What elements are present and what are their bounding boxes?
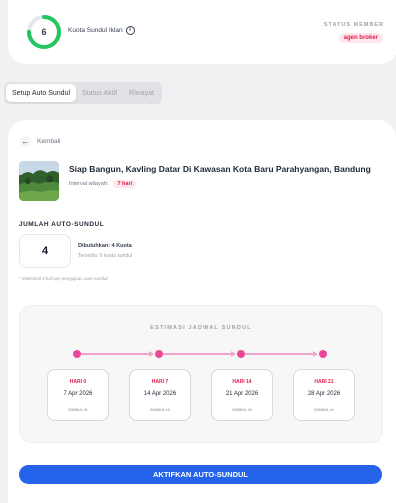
schedule-code: SUNDUL #4 xyxy=(314,408,334,412)
schedule-card: HARI 7 14 Apr 2026 SUNDUL #2 xyxy=(129,369,191,421)
schedule-day: HARI 14 xyxy=(232,379,252,385)
schedule-code: SUNDUL #1 xyxy=(68,408,88,412)
setup-card: ← Kembali Siap Bangun, Kavling Datar Di … xyxy=(8,120,396,503)
schedule-card: HARI 21 28 Apr 2026 SUNDUL #4 xyxy=(293,369,355,421)
timeline-connector xyxy=(163,353,232,355)
arrow-right-icon xyxy=(149,351,154,357)
back-label: Kembali xyxy=(37,138,61,145)
quota-label: Kuota Sundul Iklan xyxy=(68,27,123,34)
quota-label-group: Kuota Sundul Iklan i xyxy=(68,26,135,35)
schedule-card: HARI 0 7 Apr 2026 SUNDUL #1 xyxy=(47,369,109,421)
schedule-date: 14 Apr 2026 xyxy=(143,391,177,397)
schedule-date: 21 Apr 2026 xyxy=(225,391,259,397)
tab-bar: Setup Auto Sundul Status Aktif Riwayat xyxy=(4,82,162,104)
back-button[interactable]: ← Kembali xyxy=(20,136,60,147)
interval-row: Interval wilayah: 7 hari xyxy=(69,180,137,188)
landscape-image xyxy=(19,161,59,201)
schedule-date: 28 Apr 2026 xyxy=(307,391,341,397)
activate-auto-sundul-button[interactable]: AKTIFKAN AUTO-SUNDUL xyxy=(19,465,382,484)
member-status-badge: agen broker xyxy=(338,33,383,43)
arrow-left-icon: ← xyxy=(20,136,31,147)
schedule-card: HARI 14 21 Apr 2026 SUNDUL #3 xyxy=(211,369,273,421)
tab-status-aktif[interactable]: Status Aktif xyxy=(76,84,123,102)
schedule-code: SUNDUL #3 xyxy=(232,408,252,412)
arrow-right-icon xyxy=(231,351,236,357)
quota-needed: Dibutuhkan: 4 Kuota xyxy=(78,243,132,249)
timeline-connector xyxy=(245,353,314,355)
schedule-day: HARI 0 xyxy=(69,379,87,385)
timeline-dot xyxy=(155,350,163,358)
interval-badge: 7 hari xyxy=(113,180,137,188)
info-icon[interactable]: i xyxy=(125,26,135,35)
property-thumbnail xyxy=(19,161,59,201)
quota-available: Tersedia: 6 kuota sundul xyxy=(78,253,133,259)
arrow-right-icon xyxy=(313,351,318,357)
max-note: * Maksimal 8 kali per pengajuan auto-sun… xyxy=(19,276,109,281)
member-status-title: STATUS MEMBER xyxy=(323,22,384,28)
quantity-section-title: JUMLAH AUTO-SUNDUL xyxy=(19,221,105,228)
property-title: Siap Bangun, Kavling Datar Di Kawasan Ko… xyxy=(69,164,371,174)
quota-card: 6 Kuota Sundul Iklan i STATUS MEMBER age… xyxy=(8,0,396,64)
schedule-title: ESTIMASI JADWAL SUNDUL xyxy=(150,325,252,331)
tab-riwayat[interactable]: Riwayat xyxy=(123,84,160,102)
quantity-input[interactable]: 4 xyxy=(19,234,71,268)
schedule-day: HARI 7 xyxy=(151,379,169,385)
timeline-dot xyxy=(237,350,245,358)
timeline-dot xyxy=(73,350,81,358)
timeline-dot xyxy=(319,350,327,358)
schedule-day: HARI 21 xyxy=(314,379,334,385)
tab-setup-auto-sundul[interactable]: Setup Auto Sundul xyxy=(6,84,76,102)
schedule-date: 7 Apr 2026 xyxy=(63,391,93,397)
schedule-panel: ESTIMASI JADWAL SUNDUL HARI 0 7 Apr 2026… xyxy=(19,305,383,443)
schedule-code: SUNDUL #2 xyxy=(150,408,170,412)
quota-count: 6 xyxy=(41,27,47,37)
timeline-connector xyxy=(81,353,150,355)
interval-label: Interval wilayah: xyxy=(69,181,109,187)
